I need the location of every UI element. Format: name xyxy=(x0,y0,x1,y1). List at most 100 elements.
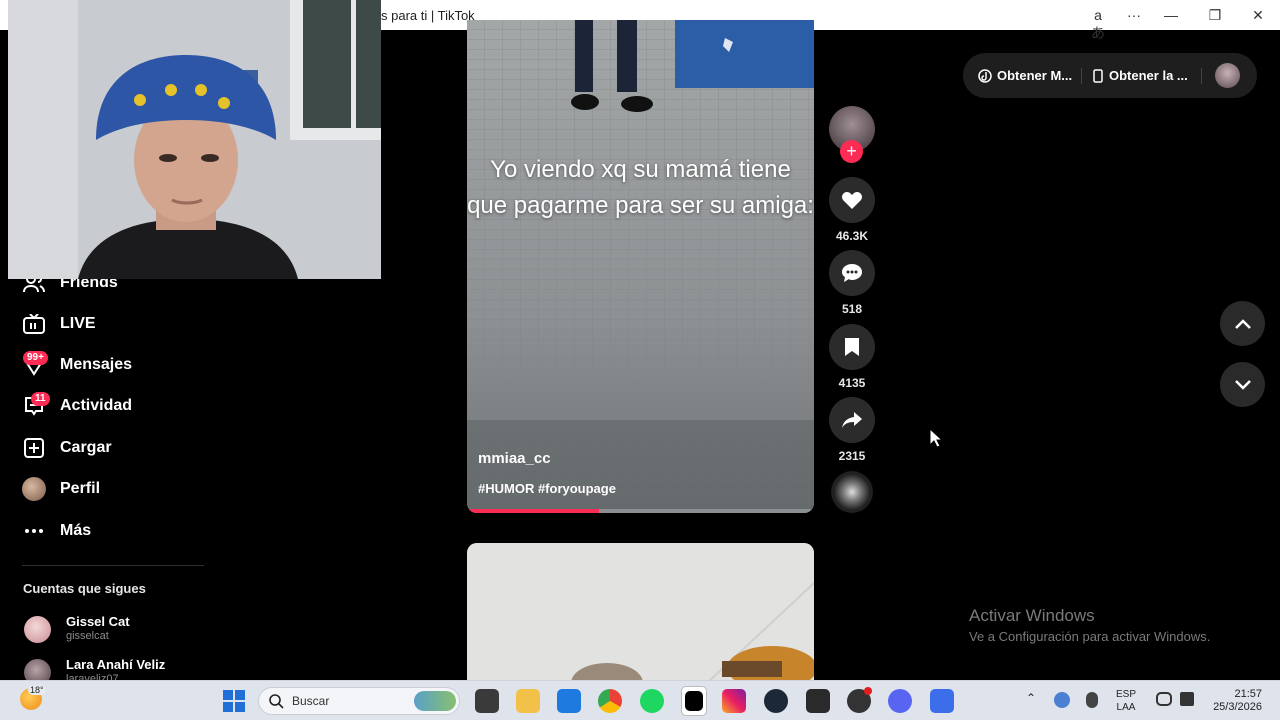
follow-plus-icon[interactable]: + xyxy=(840,140,863,163)
search-highlight-image xyxy=(414,691,456,711)
like-count: 46.3K xyxy=(835,229,869,243)
close-button[interactable]: ✕ xyxy=(1248,6,1268,24)
keyboard-language[interactable]: ESP LAA xyxy=(1116,688,1136,714)
show-hidden-icons-chevron-icon[interactable]: ⌃ xyxy=(1026,692,1036,705)
video-frame xyxy=(467,20,814,513)
search-placeholder: Buscar xyxy=(292,694,330,708)
pill-divider xyxy=(1201,68,1202,84)
sidebar-item-label: Más xyxy=(60,522,92,539)
instagram-icon[interactable] xyxy=(722,689,746,713)
roblox-icon[interactable] xyxy=(930,689,954,713)
clock-date: 25/3/2026 xyxy=(1213,701,1262,713)
volume-icon[interactable] xyxy=(1180,692,1194,706)
chrome-icon[interactable] xyxy=(598,689,622,713)
save-button[interactable] xyxy=(829,324,875,370)
recording-indicator xyxy=(864,687,872,695)
epic-games-icon[interactable] xyxy=(806,689,830,713)
microsoft-store-icon[interactable] xyxy=(557,689,581,713)
onedrive-icon[interactable] xyxy=(1054,692,1070,708)
sidebar-item-more[interactable]: Más xyxy=(22,517,91,545)
sidebar-item-upload[interactable]: Cargar xyxy=(22,434,112,462)
phone-icon xyxy=(1093,68,1103,83)
discord-icon[interactable] xyxy=(888,689,912,713)
steam-icon[interactable] xyxy=(764,689,788,713)
screen: s para ti | TikTok aあ ··· — ❐ ✕ Friends … xyxy=(0,0,1280,720)
sidebar-item-label: Mensajes xyxy=(60,356,133,373)
account-username: gisselcat xyxy=(66,630,109,642)
windows-activation-watermark: Activar Windows Ve a Configuración para … xyxy=(969,606,1210,644)
like-button[interactable] xyxy=(829,177,875,223)
video-caption-overlay: Yo viendo xq su mamá tiene que pagarme p… xyxy=(467,156,814,219)
chevron-down-icon xyxy=(1234,379,1251,390)
messages-badge: 99+ xyxy=(23,351,48,365)
sidebar-item-label: Actividad xyxy=(60,397,133,414)
weather-temperature: 18° xyxy=(28,685,46,695)
mouse-cursor-icon xyxy=(929,428,943,448)
get-app-button[interactable]: Obtener la ... xyxy=(1093,68,1188,83)
clock-time: 21:57 xyxy=(1234,688,1262,700)
watermark-subtitle: Ve a Configuración para activar Windows. xyxy=(969,629,1211,644)
following-header: Cuentas que sigues xyxy=(23,581,146,596)
windows-taskbar: 18° Buscar ⌃ ESP LAA 21:57 25/3/2026 xyxy=(0,680,1280,720)
comment-button[interactable] xyxy=(829,250,875,296)
translate-icon[interactable]: aあ xyxy=(1088,6,1108,41)
sidebar-divider xyxy=(22,565,204,566)
search-icon xyxy=(269,694,284,709)
get-coins-label: Obtener M... xyxy=(997,68,1073,83)
window-title: s para ti | TikTok xyxy=(381,8,475,23)
following-account[interactable]: Gissel Cat gisselcat xyxy=(24,614,130,643)
next-video-frame xyxy=(467,543,814,683)
video-progress-fill xyxy=(467,509,599,513)
chevron-up-icon xyxy=(1234,318,1251,329)
clock[interactable]: 21:57 25/3/2026 xyxy=(1208,688,1262,714)
more-options-icon[interactable]: ··· xyxy=(1124,6,1144,24)
profile-avatar xyxy=(22,477,46,501)
save-count: 4135 xyxy=(838,376,866,390)
account-name: Gissel Cat xyxy=(66,614,130,629)
sidebar-item-live[interactable]: LIVE xyxy=(22,310,96,338)
video-player[interactable]: Yo viendo xq su mamá tiene que pagarme p… xyxy=(467,20,814,513)
webcam-overlay xyxy=(8,0,381,279)
taskbar-search[interactable]: Buscar xyxy=(258,687,460,715)
music-disc-icon[interactable] xyxy=(831,471,873,513)
more-icon xyxy=(22,519,46,543)
next-video-button[interactable] xyxy=(1220,362,1265,407)
spotify-icon[interactable] xyxy=(640,689,664,713)
activity-badge: 11 xyxy=(31,392,50,406)
sidebar-item-profile[interactable]: Perfil xyxy=(22,475,100,503)
webcam-image xyxy=(8,0,381,279)
windows-start-icon[interactable] xyxy=(223,690,245,712)
bookmark-icon xyxy=(845,338,859,356)
comment-count: 518 xyxy=(841,302,863,316)
minimize-button[interactable]: — xyxy=(1161,6,1181,24)
account-name: Lara Anahí Veliz xyxy=(66,657,166,672)
user-avatar[interactable] xyxy=(1215,63,1240,88)
live-icon xyxy=(22,312,46,336)
next-video-preview[interactable] xyxy=(467,543,814,683)
tiktok-taskbar-icon[interactable] xyxy=(681,686,707,716)
share-button[interactable] xyxy=(829,397,875,443)
heart-icon xyxy=(842,192,862,209)
watermark-title: Activar Windows xyxy=(969,606,1095,625)
account-avatar xyxy=(24,616,51,643)
comment-icon xyxy=(842,264,862,282)
pill-divider xyxy=(1081,68,1082,84)
previous-video-button[interactable] xyxy=(1220,301,1265,346)
top-actions-pill: Obtener M... Obtener la ... xyxy=(963,53,1257,98)
video-author[interactable]: mmiaa_cc xyxy=(478,450,551,467)
task-view-icon[interactable] xyxy=(475,689,499,713)
coin-icon xyxy=(978,68,992,83)
get-app-label: Obtener la ... xyxy=(1109,68,1188,83)
upload-icon xyxy=(22,436,46,460)
sidebar-item-label: LIVE xyxy=(60,315,96,332)
keyboard-layout: LAA xyxy=(1116,702,1136,713)
file-explorer-icon[interactable] xyxy=(516,689,540,713)
network-icon[interactable] xyxy=(1156,692,1172,706)
share-count: 2315 xyxy=(838,449,866,463)
language-code: ESP xyxy=(1116,689,1137,700)
restore-button[interactable]: ❐ xyxy=(1205,6,1225,24)
get-coins-button[interactable]: Obtener M... xyxy=(978,68,1072,83)
video-hashtags[interactable]: #HUMOR #foryoupage xyxy=(478,481,616,496)
sidebar-item-label: Cargar xyxy=(60,439,112,456)
microphone-icon[interactable] xyxy=(1086,692,1098,708)
